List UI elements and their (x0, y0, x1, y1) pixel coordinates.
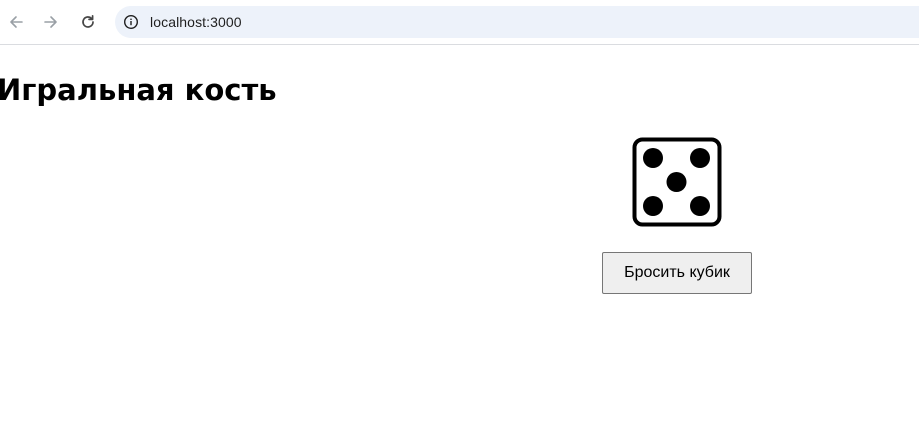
forward-button[interactable] (38, 9, 64, 35)
site-info-button[interactable] (116, 6, 146, 38)
die-pip (666, 172, 687, 192)
die-pip (690, 196, 710, 216)
browser-toolbar: localhost:3000 (0, 0, 919, 45)
arrow-left-icon (10, 16, 23, 28)
info-icon (123, 14, 139, 30)
roll-die-button[interactable]: Бросить кубик (602, 252, 752, 294)
back-button[interactable] (3, 9, 29, 35)
reload-icon (82, 14, 94, 28)
die-pip (643, 196, 663, 216)
page-title: Игральная кость (0, 73, 277, 107)
dice-five-icon (632, 137, 722, 227)
address-bar[interactable]: localhost:3000 (115, 6, 919, 38)
arrow-right-icon (44, 16, 57, 28)
url-text[interactable]: localhost:3000 (150, 14, 242, 30)
die-pip (643, 148, 663, 168)
reload-button[interactable] (75, 9, 101, 35)
die-pip (690, 148, 710, 168)
